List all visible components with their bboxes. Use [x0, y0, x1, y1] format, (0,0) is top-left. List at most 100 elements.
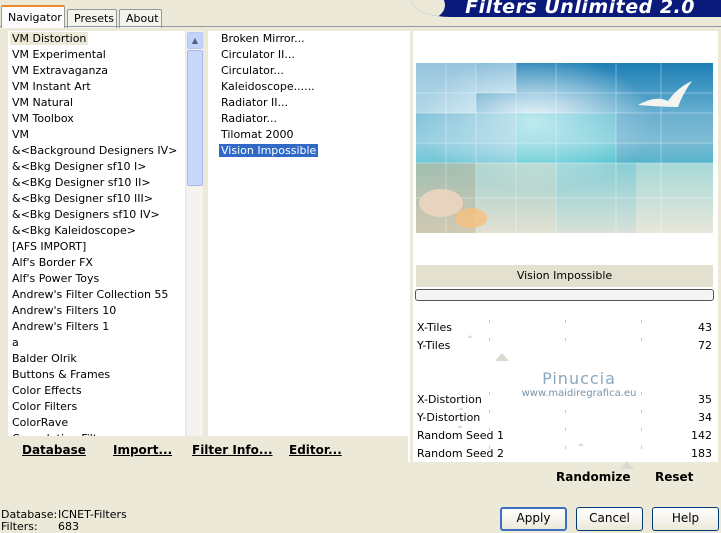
category-label: Color Filters: [12, 400, 78, 413]
preview-image: [416, 63, 713, 233]
filter-label: Radiator...: [221, 112, 277, 125]
category-item[interactable]: a: [8, 335, 185, 351]
filter-item[interactable]: Vision Impossible: [217, 143, 410, 159]
category-item[interactable]: Alf's Power Toys: [8, 271, 185, 287]
scroll-thumb[interactable]: [187, 50, 203, 186]
category-item[interactable]: &<Bkg Designer sf10 III>: [8, 191, 185, 207]
category-item[interactable]: Andrew's Filters 10: [8, 303, 185, 319]
filter-label: Vision Impossible: [219, 144, 319, 157]
category-label: &<Bkg Designer sf10 I>: [12, 160, 147, 173]
reset-button[interactable]: Reset: [655, 470, 693, 484]
category-item[interactable]: Color Filters: [8, 399, 185, 415]
slider-row[interactable]: Y-Tiles 72: [415, 338, 714, 361]
slider-tick: [641, 428, 642, 431]
slider-tick: [565, 320, 566, 323]
filter-item[interactable]: Tilomat 2000: [217, 127, 410, 143]
database-button[interactable]: Database: [22, 443, 86, 457]
slider-tick: [489, 320, 490, 323]
category-item[interactable]: VM Toolbox: [8, 111, 185, 127]
apply-button[interactable]: Apply: [500, 507, 567, 531]
slider-row[interactable]: Random Seed 2 183: [415, 446, 714, 469]
filter-item[interactable]: Broken Mirror...: [217, 31, 410, 47]
category-label: VM Instant Art: [12, 80, 91, 93]
watermark-url: www.maidiregrafica.eu: [521, 388, 637, 399]
category-label: VM: [12, 128, 30, 141]
category-item[interactable]: &<BKg Designer sf10 II>: [8, 175, 185, 191]
scroll-up-icon[interactable]: ▲: [187, 32, 203, 49]
category-label: &<BKg Designer sf10 II>: [12, 176, 151, 189]
slider-value: 142: [691, 429, 712, 442]
category-item[interactable]: VM: [8, 127, 185, 143]
category-label: Alf's Power Toys: [12, 272, 100, 285]
slider-tick: [565, 410, 566, 413]
filter-item[interactable]: Circulator...: [217, 63, 410, 79]
slider-tick: [489, 338, 490, 341]
help-button[interactable]: Help: [652, 507, 719, 531]
filters-label: Filters:: [1, 520, 38, 533]
filter-item[interactable]: Kaleidoscope......: [217, 79, 410, 95]
category-list[interactable]: VM Distortion VM Experimental VM Extravaga…: [8, 31, 185, 462]
cancel-button[interactable]: Cancel: [576, 507, 643, 531]
category-item[interactable]: VM Experimental: [8, 47, 185, 63]
category-label: VM Experimental: [12, 48, 106, 61]
category-label: &<Bkg Designer sf10 III>: [12, 192, 154, 205]
category-item[interactable]: Buttons & Frames: [8, 367, 185, 383]
filter-item[interactable]: Circulator II...: [217, 47, 410, 63]
filter-label: Broken Mirror...: [221, 32, 305, 45]
brand-banner: Filters Unlimited 2.0: [411, 0, 721, 17]
category-label: Buttons & Frames: [12, 368, 111, 381]
randomize-button[interactable]: Randomize: [556, 470, 630, 484]
slider-value: 34: [698, 411, 712, 424]
slider-value: 43: [698, 321, 712, 334]
category-label: ColorRave: [12, 416, 69, 429]
filter-item[interactable]: Radiator II...: [217, 95, 410, 111]
watermark-name: Pinuccia: [542, 369, 616, 388]
slider-label: Random Seed 2: [417, 447, 505, 460]
category-item[interactable]: &<Bkg Kaleidoscope>: [8, 223, 185, 239]
slider-knob[interactable]: [495, 353, 510, 361]
tab-navigator[interactable]: Navigator: [1, 5, 65, 28]
filter-label: Tilomat 2000: [221, 128, 294, 141]
filter-item[interactable]: Radiator...: [217, 111, 410, 127]
slider-knob[interactable]: [619, 461, 634, 469]
category-label: &<Background Designers IV>: [12, 144, 178, 157]
category-item[interactable]: VM Natural: [8, 95, 185, 111]
slider-tick: [489, 410, 490, 413]
category-item[interactable]: &<Bkg Designers sf10 IV>: [8, 207, 185, 223]
category-item[interactable]: &<Background Designers IV>: [8, 143, 185, 159]
slider-label: Y-Tiles: [417, 339, 451, 352]
filter-label: Kaleidoscope......: [221, 80, 315, 93]
category-label: VM Natural: [12, 96, 74, 109]
category-label: &<Bkg Designers sf10 IV>: [12, 208, 160, 221]
slider-tick: [641, 392, 642, 395]
category-label: Andrew's Filters 1: [12, 320, 110, 333]
category-item[interactable]: Color Effects: [8, 383, 185, 399]
category-label: &<Bkg Kaleidoscope>: [12, 224, 137, 237]
category-item[interactable]: Andrew's Filters 1: [8, 319, 185, 335]
slider-value: 183: [691, 447, 712, 460]
category-item[interactable]: VM Instant Art: [8, 79, 185, 95]
slider-row[interactable]: Random Seed 1 142: [415, 428, 714, 451]
slider-label: Random Seed 1: [417, 429, 505, 442]
filter-name-box: Vision Impossible: [416, 265, 713, 287]
category-item[interactable]: ColorRave: [8, 415, 185, 431]
slider-row[interactable]: Y-Distortion 34: [415, 410, 714, 433]
category-item[interactable]: &<Bkg Designer sf10 I>: [8, 159, 185, 175]
category-item[interactable]: VM Extravaganza: [8, 63, 185, 79]
category-scrollbar[interactable]: ▲ ▼: [186, 31, 203, 462]
category-item[interactable]: Alf's Border FX: [8, 255, 185, 271]
editor-button[interactable]: Editor...: [289, 443, 342, 457]
slider-tick: [641, 446, 642, 449]
filter-list[interactable]: Broken Mirror... Circulator II... Circulat…: [208, 31, 410, 462]
slider-tick: [641, 320, 642, 323]
import-button[interactable]: Import...: [113, 443, 172, 457]
category-item[interactable]: VM Distortion: [8, 31, 185, 47]
category-label: [AFS IMPORT]: [12, 240, 87, 253]
category-label: VM Extravaganza: [12, 64, 109, 77]
slider-row[interactable]: X-Tiles 43: [415, 320, 714, 343]
category-item[interactable]: Andrew's Filter Collection 55: [8, 287, 185, 303]
category-item[interactable]: [AFS IMPORT]: [8, 239, 185, 255]
filter-info-button[interactable]: Filter Info...: [192, 443, 273, 457]
category-item[interactable]: Balder Olrik: [8, 351, 185, 367]
slider-label: Y-Distortion: [417, 411, 481, 424]
